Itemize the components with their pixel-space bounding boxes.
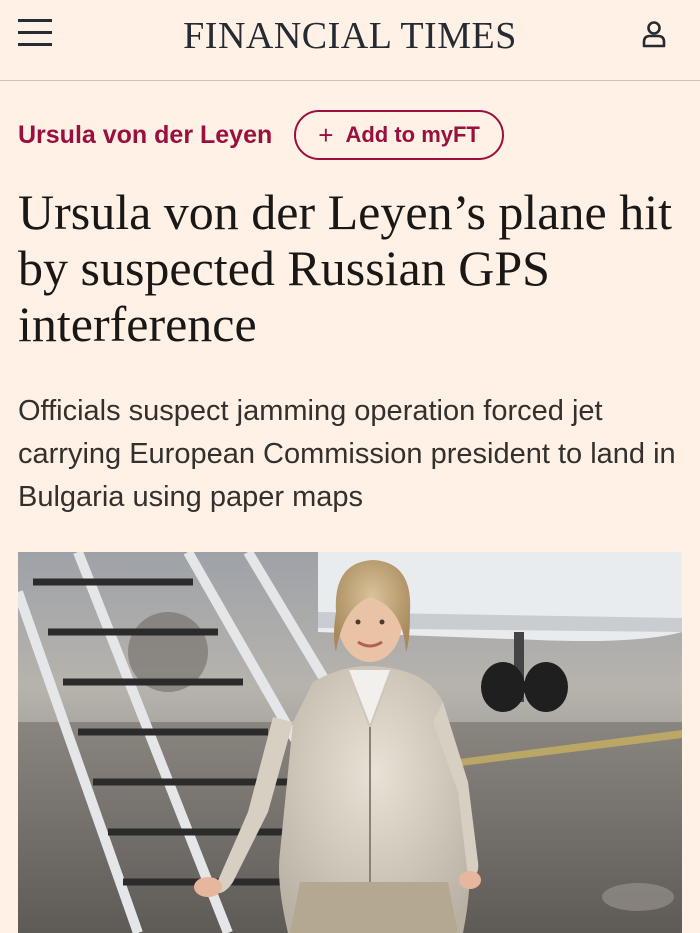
- add-to-myft-label: Add to myFT: [345, 122, 480, 147]
- article-standfirst: Officials suspect jamming operation forc…: [18, 395, 676, 513]
- article-headline: Ursula von der Leyen’s plane hit by susp…: [18, 184, 672, 352]
- account-button[interactable]: [638, 18, 670, 50]
- site-logo[interactable]: FINANCIAL TIMES: [0, 14, 700, 58]
- user-icon: [642, 21, 666, 48]
- article-main-image: [18, 552, 682, 933]
- topic-row: Ursula von der Leyen + Add to myFT: [18, 108, 504, 162]
- plus-icon: +: [318, 120, 334, 150]
- add-to-myft-button[interactable]: + Add to myFT: [294, 110, 504, 160]
- site-header: FINANCIAL TIMES: [0, 0, 700, 81]
- topic-link[interactable]: Ursula von der Leyen: [18, 121, 272, 150]
